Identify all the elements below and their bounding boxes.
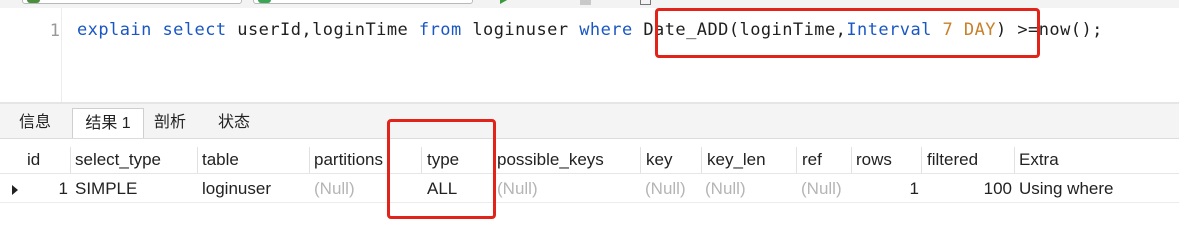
column-header-ref[interactable]: ref [799, 147, 822, 173]
column-divider[interactable] [70, 147, 71, 173]
tab-info[interactable]: 信息 [6, 108, 64, 138]
tab-status[interactable]: 状态 [206, 108, 262, 138]
tab-profile[interactable]: 剖析 [144, 108, 196, 138]
code-token-kw: explain [77, 20, 152, 40]
column-header-possible-keys[interactable]: possible_keys [494, 147, 604, 173]
cell-rows[interactable]: 1 [853, 176, 919, 202]
tab-result-1[interactable]: 结果 1 [72, 108, 144, 138]
code-token-plain: loginuser [461, 20, 580, 40]
column-header-id[interactable]: id [24, 147, 40, 173]
column-header-select-type[interactable]: select_type [72, 147, 161, 173]
column-header-rows[interactable]: rows [853, 147, 892, 173]
run-icon [500, 0, 509, 4]
code-token-kw: where [579, 20, 633, 40]
code-token-kw: select [162, 20, 227, 40]
current-row-indicator-icon [12, 185, 18, 195]
column-divider[interactable] [701, 147, 702, 173]
column-divider[interactable] [851, 147, 852, 173]
explain-icon [640, 0, 651, 5]
cell-filtered[interactable]: 100 [924, 176, 1012, 202]
cell-ref[interactable]: (Null) [801, 176, 842, 202]
column-divider[interactable] [921, 147, 922, 173]
column-header-extra[interactable]: Extra [1016, 147, 1059, 173]
column-divider[interactable] [197, 147, 198, 173]
cell-partitions[interactable]: (Null) [314, 176, 355, 202]
column-divider[interactable] [309, 147, 310, 173]
header-divider [0, 173, 1179, 174]
column-header-filtered[interactable]: filtered [924, 147, 978, 173]
cell-key-len[interactable]: (Null) [705, 176, 746, 202]
code-token-kw: from [418, 20, 462, 40]
row-divider [0, 202, 1179, 203]
database-icon [258, 0, 271, 3]
column-header-key[interactable]: key [643, 147, 672, 173]
column-header-partitions[interactable]: partitions [311, 147, 383, 173]
connection-select[interactable] [22, 0, 242, 4]
cell-possible-keys[interactable]: (Null) [497, 176, 538, 202]
annotation-box-type [387, 119, 496, 219]
toolbar [0, 0, 1179, 8]
column-header-key-len[interactable]: key_len [704, 147, 766, 173]
line-number: 1 [49, 21, 60, 41]
database-select[interactable] [253, 0, 473, 4]
cell-extra[interactable]: Using where [1019, 176, 1114, 202]
cell-id[interactable]: 1 [24, 176, 68, 202]
cell-table[interactable]: loginuser [202, 176, 271, 202]
column-header-table[interactable]: table [199, 147, 239, 173]
cell-select-type[interactable]: SIMPLE [75, 176, 137, 202]
stop-icon [580, 0, 591, 5]
gutter-divider [61, 8, 62, 102]
cell-key[interactable]: (Null) [645, 176, 686, 202]
column-divider[interactable] [796, 147, 797, 173]
column-divider[interactable] [1014, 147, 1015, 173]
column-divider[interactable] [640, 147, 641, 173]
connection-icon [27, 0, 40, 3]
annotation-box-date-add [655, 8, 1040, 58]
code-token-plain: userId,loginTime [226, 20, 419, 40]
